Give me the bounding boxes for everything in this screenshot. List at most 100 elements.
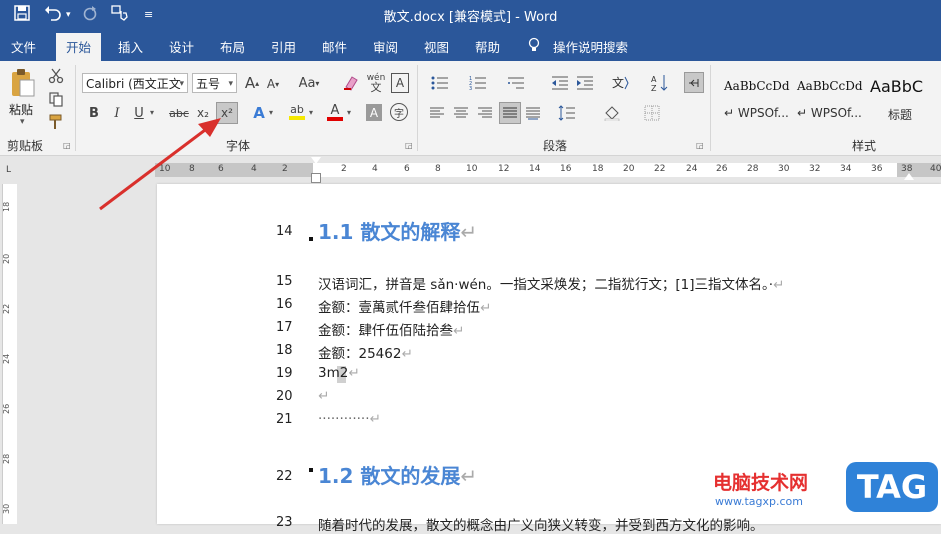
body-line[interactable]: 汉语词汇，拼音是 sǎn·wén。一指文采焕发；二指犹行文；[1]三指文体名。·… bbox=[318, 273, 784, 293]
style-card-2[interactable]: AaBbCcDd ↵ WPSOf... bbox=[795, 67, 863, 129]
font-launcher-icon[interactable]: ◲ bbox=[405, 141, 413, 150]
tell-me-search[interactable]: 操作说明搜索 bbox=[553, 37, 628, 56]
tab-help[interactable]: 帮助 bbox=[475, 37, 500, 56]
lightbulb-icon bbox=[527, 37, 541, 56]
bold-button[interactable]: B bbox=[86, 103, 102, 123]
right-indent-marker[interactable] bbox=[904, 173, 914, 180]
svg-text:Z: Z bbox=[651, 84, 657, 92]
grow-font-button[interactable]: A ▴ bbox=[243, 73, 261, 93]
character-shading-button[interactable]: A bbox=[366, 104, 382, 121]
ruler-number: 8 bbox=[189, 164, 195, 174]
line-spacing-icon[interactable] bbox=[555, 103, 579, 123]
change-case-label: Aa bbox=[298, 75, 316, 91]
shading-icon[interactable] bbox=[600, 103, 624, 123]
font-color-dropdown-icon[interactable]: ▾ bbox=[347, 108, 351, 117]
sort-icon[interactable]: AZ bbox=[650, 73, 670, 93]
numbering-icon[interactable]: 123 bbox=[466, 73, 490, 93]
left-indent-marker[interactable] bbox=[311, 173, 321, 183]
body-line[interactable]: 金额：25462↵ bbox=[318, 342, 413, 362]
highlight-dropdown-icon[interactable]: ▾ bbox=[309, 108, 313, 117]
style-card-3[interactable]: AaBbC 标题 bbox=[868, 67, 936, 129]
body-line[interactable]: 金额：肆仟伍佰陆拾叁↵ bbox=[318, 319, 464, 339]
line-text: 3m2 bbox=[318, 365, 349, 381]
svg-text:3: 3 bbox=[469, 86, 472, 91]
tab-review[interactable]: 审阅 bbox=[373, 37, 398, 56]
ribbon-separator bbox=[75, 65, 76, 151]
text-effects-button[interactable]: A bbox=[251, 103, 267, 123]
horizontal-ruler[interactable]: L 10 8 6 4 2 2 4 6 8 10 12 14 16 18 20 22 24 26 28 30 32 34 36… bbox=[0, 156, 941, 184]
first-line-indent-marker[interactable] bbox=[311, 157, 321, 164]
ribbon-separator bbox=[710, 65, 711, 151]
cut-icon[interactable] bbox=[47, 67, 65, 85]
ruler-number: 28 bbox=[747, 164, 759, 174]
font-name-combo[interactable]: Calibri (西文正文 ▾ bbox=[82, 73, 188, 93]
character-border-button[interactable]: A bbox=[391, 73, 409, 93]
superscript-button[interactable]: x² bbox=[216, 102, 238, 124]
style-sample: AaBbCcDd bbox=[797, 79, 863, 93]
body-line[interactable]: ············↵ bbox=[318, 411, 381, 427]
font-color-button[interactable]: A bbox=[326, 101, 344, 123]
clear-formatting-icon[interactable] bbox=[342, 73, 360, 93]
font-size-combo[interactable]: 五号 ▾ bbox=[192, 73, 237, 93]
tab-home[interactable]: 开始 bbox=[56, 33, 102, 61]
tab-view[interactable]: 视图 bbox=[424, 37, 449, 56]
multilevel-list-icon[interactable] bbox=[504, 73, 528, 93]
change-case-button[interactable]: Aa ▾ bbox=[296, 73, 322, 93]
menu-bar: 文件 开始 插入 设计 布局 引用 邮件 审阅 视图 帮助 操作说明搜索 bbox=[0, 30, 941, 61]
watermark-title: 电脑技术网 bbox=[713, 472, 809, 494]
paste-button[interactable]: 粘贴 bbox=[9, 101, 33, 118]
style-name: ↵ WPSOf... bbox=[797, 106, 862, 120]
body-line[interactable]: 随着时代的发展，散文的概念由广义向狭义转变，并受到西方文化的影响。 bbox=[318, 514, 764, 534]
style-card-1[interactable]: AaBbCcDd ↵ WPSOf... bbox=[722, 67, 790, 129]
tab-mailings[interactable]: 邮件 bbox=[322, 37, 347, 56]
ruler-left-margin bbox=[155, 163, 313, 177]
underline-dropdown-icon[interactable]: ▾ bbox=[150, 108, 154, 117]
bullets-icon[interactable] bbox=[428, 73, 452, 93]
paste-icon[interactable] bbox=[8, 67, 38, 99]
heading-1-2[interactable]: 1.2 散文的发展↵ bbox=[318, 460, 477, 489]
tab-selector-icon[interactable]: L bbox=[6, 165, 11, 175]
vertical-ruler[interactable]: 18 20 22 24 26 28 30 bbox=[0, 184, 18, 524]
tab-insert[interactable]: 插入 bbox=[118, 37, 143, 56]
ruler-number: 18 bbox=[592, 164, 604, 174]
italic-button[interactable]: I bbox=[109, 103, 125, 123]
chevron-down-icon: ▾ bbox=[179, 79, 184, 89]
body-line[interactable]: 金额：壹萬贰仟叁佰肆拾伍↵ bbox=[318, 296, 491, 316]
distributed-icon[interactable] bbox=[524, 103, 542, 123]
borders-icon[interactable] bbox=[640, 103, 664, 123]
paragraph-launcher-icon[interactable]: ◲ bbox=[696, 141, 704, 150]
window-title: 散文.docx [兼容模式] - Word bbox=[383, 10, 558, 25]
show-formatting-marks-icon[interactable] bbox=[684, 72, 704, 93]
paste-dropdown-icon[interactable]: ▾ bbox=[20, 117, 25, 127]
strikethrough-button[interactable]: abc bbox=[168, 103, 190, 123]
phonetic-guide-button[interactable]: wén 文 bbox=[366, 71, 386, 95]
tab-file[interactable]: 文件 bbox=[11, 37, 36, 56]
increase-indent-icon[interactable] bbox=[575, 73, 595, 93]
tab-references[interactable]: 引用 bbox=[271, 37, 296, 56]
align-center-icon[interactable] bbox=[452, 103, 470, 123]
format-painter-icon[interactable] bbox=[47, 113, 65, 131]
shrink-font-button[interactable]: A ▾ bbox=[265, 75, 281, 93]
chinese-layout-icon[interactable]: 文 bbox=[606, 73, 634, 93]
decrease-indent-icon[interactable] bbox=[550, 73, 570, 93]
highlight-button[interactable]: ab bbox=[288, 101, 306, 123]
ruler-number: 4 bbox=[251, 164, 257, 174]
text-effects-dropdown-icon[interactable]: ▾ bbox=[269, 108, 273, 117]
line-number: 15 bbox=[276, 274, 293, 289]
align-right-icon[interactable] bbox=[476, 103, 494, 123]
clipboard-launcher-icon[interactable]: ◲ bbox=[63, 141, 71, 150]
justify-icon[interactable] bbox=[499, 102, 521, 124]
heading-1-1[interactable]: 1.1 散文的解释↵ bbox=[318, 216, 477, 245]
style-name: 标题 bbox=[888, 108, 913, 122]
enclose-characters-button[interactable]: 字 bbox=[390, 103, 408, 121]
line-number: 18 bbox=[276, 343, 293, 358]
body-line-empty[interactable]: ↵ bbox=[318, 388, 329, 404]
copy-icon[interactable] bbox=[47, 90, 65, 108]
tab-layout[interactable]: 布局 bbox=[220, 37, 245, 56]
subscript-button[interactable]: x₂ bbox=[194, 103, 212, 123]
align-left-icon[interactable] bbox=[428, 103, 446, 123]
body-line-selected[interactable]: 3m2↵ bbox=[318, 365, 360, 381]
paragraph-mark: ↵ bbox=[369, 411, 381, 427]
underline-button[interactable]: U bbox=[131, 103, 147, 123]
tab-design[interactable]: 设计 bbox=[169, 37, 194, 56]
